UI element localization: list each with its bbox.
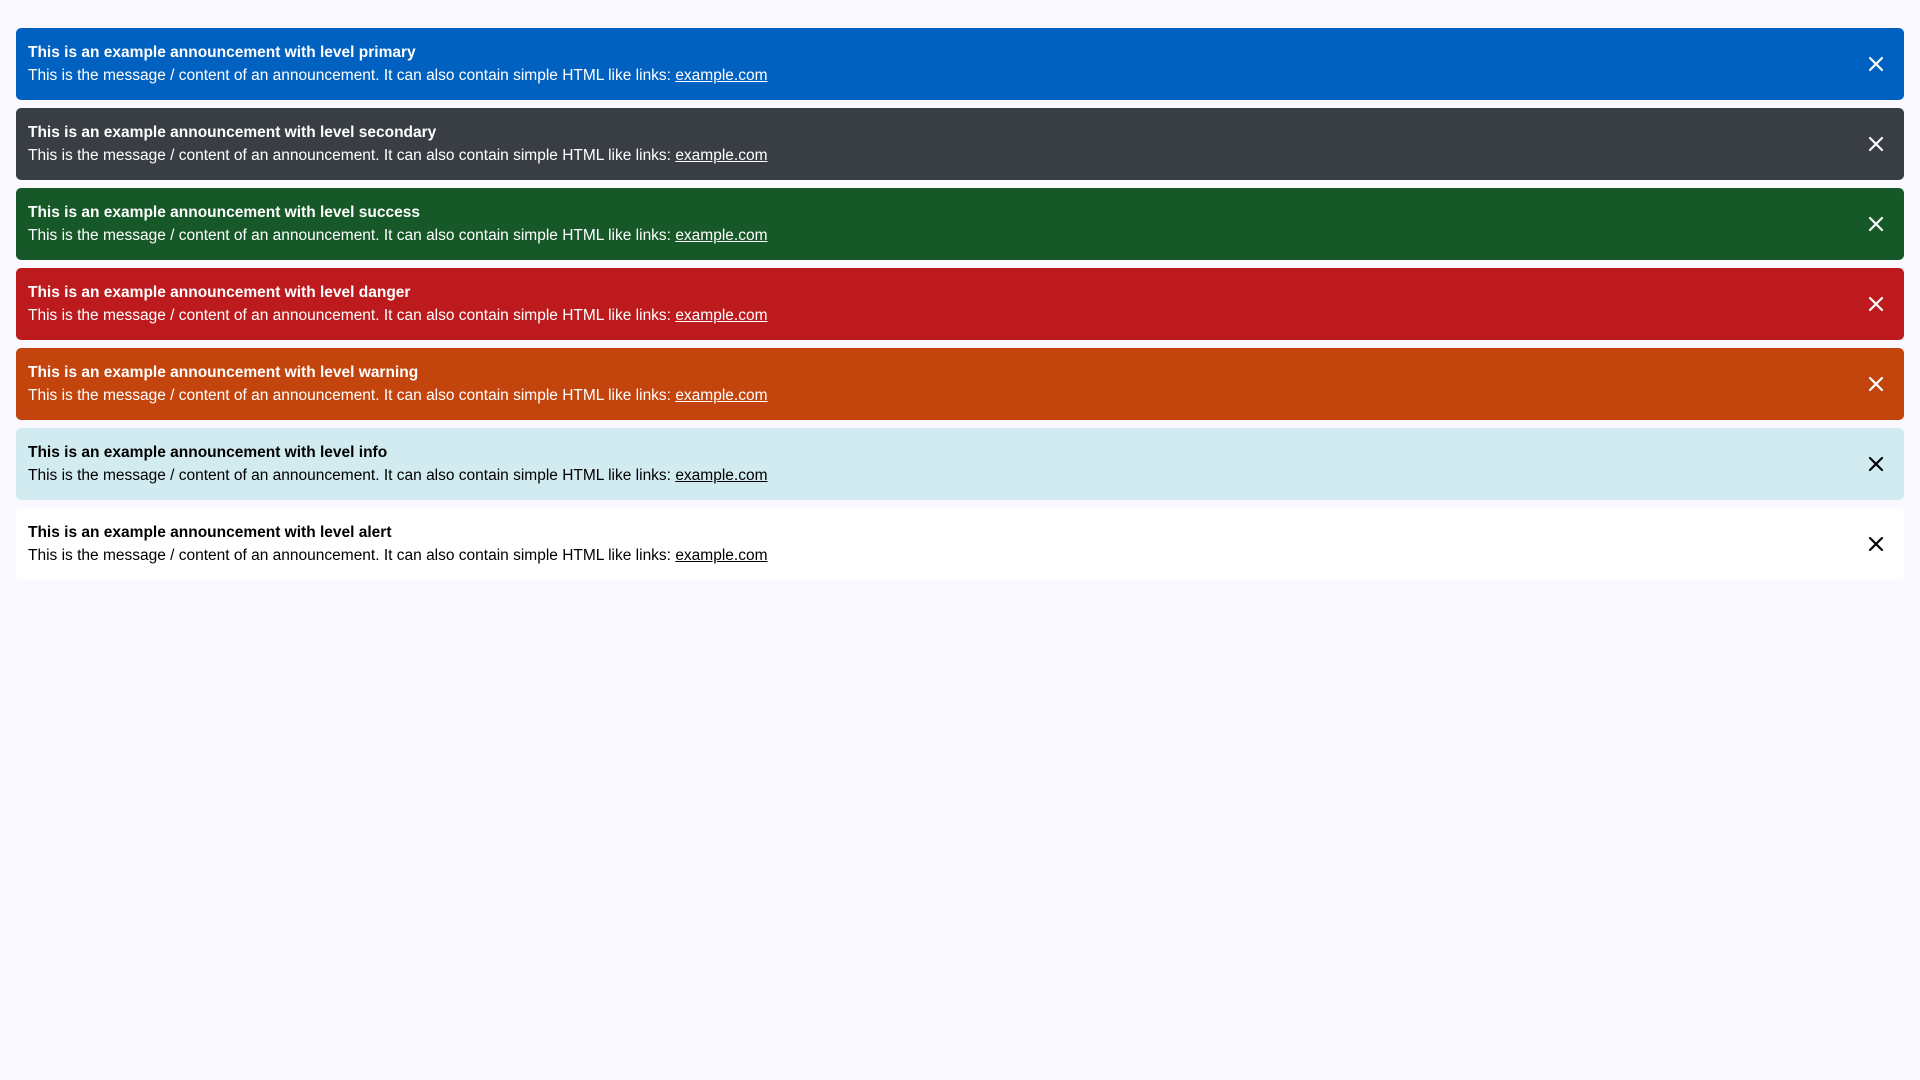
announcement-message: This is the message / content of an anno…	[28, 384, 1844, 408]
announcement-link[interactable]: example.com	[675, 227, 767, 244]
announcement-message-text: This is the message / content of an anno…	[28, 547, 676, 564]
announcement-message-text: This is the message / content of an anno…	[28, 387, 676, 404]
announcement-info: This is an example announcement with lev…	[16, 428, 1904, 500]
announcement-alert: This is an example announcement with lev…	[16, 508, 1904, 580]
close-icon	[1868, 216, 1884, 232]
announcement-link[interactable]: example.com	[675, 67, 767, 84]
announcement-title: This is an example announcement with lev…	[28, 524, 392, 541]
announcement-message: This is the message / content of an anno…	[28, 464, 1844, 488]
announcement-message-text: This is the message / content of an anno…	[28, 307, 676, 324]
close-icon	[1868, 296, 1884, 312]
announcement-title: This is an example announcement with lev…	[28, 284, 411, 301]
announcement-message: This is the message / content of an anno…	[28, 544, 1844, 568]
announcement-title: This is an example announcement with lev…	[28, 44, 416, 61]
close-icon	[1868, 376, 1884, 392]
close-icon	[1868, 56, 1884, 72]
announcement-message: This is the message / content of an anno…	[28, 144, 1844, 168]
announcement-title: This is an example announcement with lev…	[28, 124, 437, 141]
close-button[interactable]	[1862, 450, 1890, 478]
announcement-link[interactable]: example.com	[675, 467, 767, 484]
close-button[interactable]	[1862, 530, 1890, 558]
close-icon	[1868, 136, 1884, 152]
announcement-message-text: This is the message / content of an anno…	[28, 67, 676, 84]
announcement-danger: This is an example announcement with lev…	[16, 268, 1904, 340]
close-icon	[1868, 536, 1884, 552]
announcement-title: This is an example announcement with lev…	[28, 444, 388, 461]
announcement-title: This is an example announcement with lev…	[28, 204, 420, 221]
close-icon	[1868, 456, 1884, 472]
close-button[interactable]	[1862, 130, 1890, 158]
announcement-message: This is the message / content of an anno…	[28, 304, 1844, 328]
announcement-link[interactable]: example.com	[675, 547, 767, 564]
announcement-message-text: This is the message / content of an anno…	[28, 227, 676, 244]
announcement-secondary: This is an example announcement with lev…	[16, 108, 1904, 180]
close-button[interactable]	[1862, 50, 1890, 78]
announcement-message-text: This is the message / content of an anno…	[28, 467, 676, 484]
announcement-message-text: This is the message / content of an anno…	[28, 147, 676, 164]
announcement-link[interactable]: example.com	[675, 147, 767, 164]
announcement-title: This is an example announcement with lev…	[28, 364, 419, 381]
announcement-message: This is the message / content of an anno…	[28, 64, 1844, 88]
announcement-link[interactable]: example.com	[675, 387, 767, 404]
close-button[interactable]	[1862, 290, 1890, 318]
announcements-list: This is an example announcement with lev…	[16, 28, 1904, 588]
announcement-message: This is the message / content of an anno…	[28, 224, 1844, 248]
announcement-primary: This is an example announcement with lev…	[16, 28, 1904, 100]
close-button[interactable]	[1862, 370, 1890, 398]
announcement-success: This is an example announcement with lev…	[16, 188, 1904, 260]
announcement-warning: This is an example announcement with lev…	[16, 348, 1904, 420]
announcement-link[interactable]: example.com	[675, 307, 767, 324]
close-button[interactable]	[1862, 210, 1890, 238]
